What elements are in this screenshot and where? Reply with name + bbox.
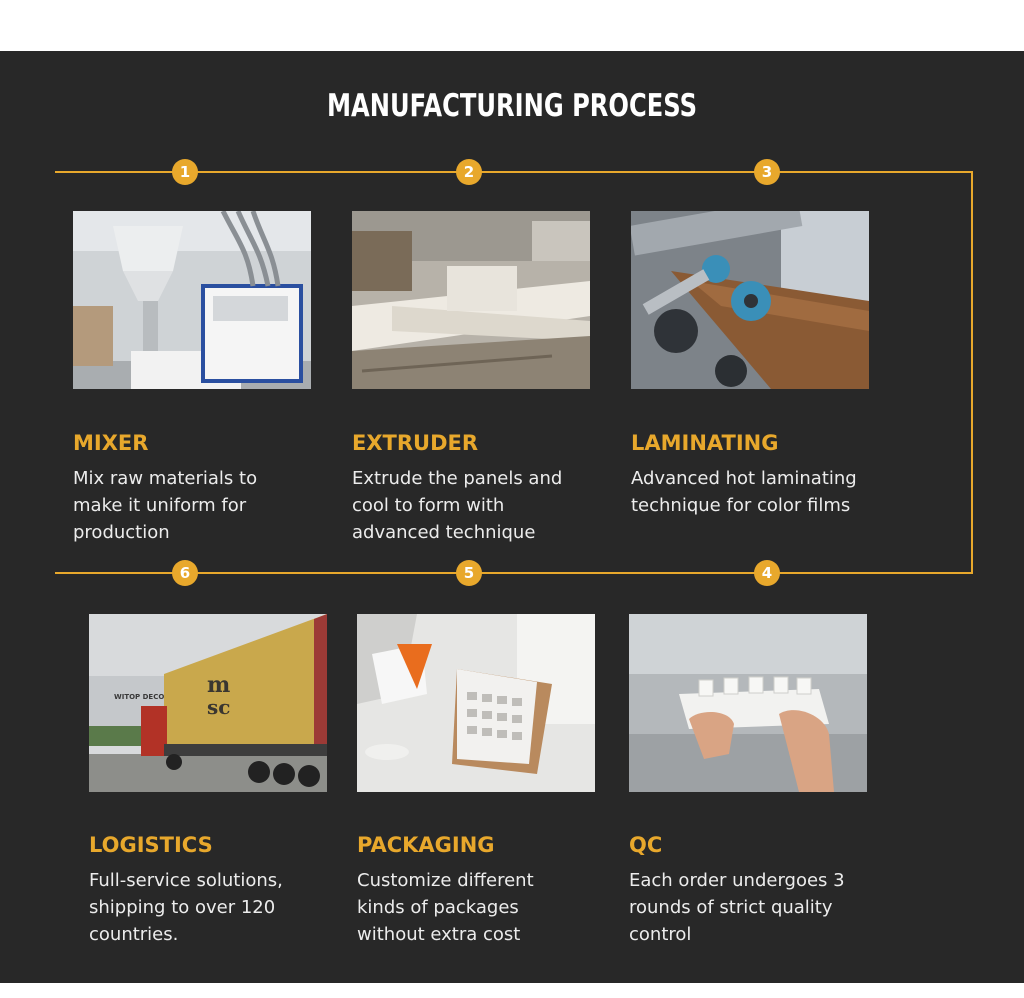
step-6-badge: 6 xyxy=(172,560,198,586)
qc-panel-inspection-photo xyxy=(629,614,867,792)
step-5-title: PACKAGING xyxy=(357,833,495,857)
step-4-badge: 4 xyxy=(754,560,780,586)
step-4-title: QC xyxy=(629,833,663,857)
step-6-title: LOGISTICS xyxy=(89,833,213,857)
building-sign: WITOP DECO xyxy=(114,693,164,701)
step-3-badge: 3 xyxy=(754,159,780,185)
step-1-title: MIXER xyxy=(73,431,149,455)
step-1-badge: 1 xyxy=(172,159,198,185)
step-3-description: Advanced hot laminating technique for co… xyxy=(631,468,857,516)
step-2-badge: 2 xyxy=(456,159,482,185)
container-logo-bottom: sc xyxy=(207,695,230,719)
step-2-title: EXTRUDER xyxy=(352,431,479,455)
step-3-title: LAMINATING xyxy=(631,431,779,455)
step-5-badge: 5 xyxy=(456,560,482,586)
extruder-machine-photo xyxy=(352,211,590,389)
step-1-description: Mix raw materials to make it uniform for… xyxy=(73,468,258,543)
container-truck-photo: WITOP DECO m sc xyxy=(89,614,327,792)
packaging-boxes-photo xyxy=(357,614,595,792)
step-2-description: Extrude the panels and cool to form with… xyxy=(352,468,563,543)
mixer-machine-photo xyxy=(73,211,311,389)
step-4-description: Each order undergoes 3 rounds of strict … xyxy=(629,870,845,945)
timeline-right-line xyxy=(971,171,973,574)
step-6-description: Full-service solutions, shipping to over… xyxy=(89,870,283,945)
section-title: MANUFACTURING PROCESS xyxy=(326,88,697,124)
step-5-description: Customize different kinds of packages wi… xyxy=(357,870,534,945)
laminating-rollers-photo xyxy=(631,211,869,389)
